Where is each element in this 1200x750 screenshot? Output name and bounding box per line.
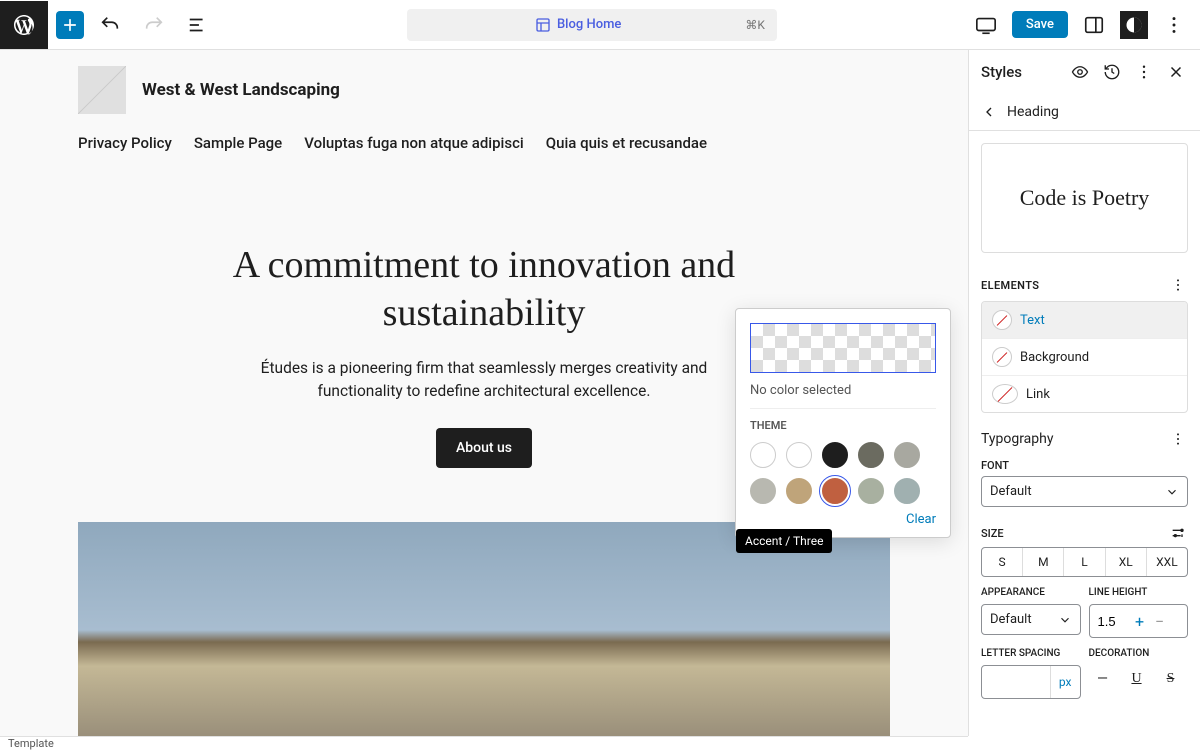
color-swatch[interactable] [822, 442, 848, 468]
decrement-button[interactable]: − [1150, 612, 1170, 631]
chevron-down-icon [1058, 613, 1072, 627]
chevron-down-icon [1165, 485, 1179, 499]
add-block-button[interactable] [56, 11, 84, 39]
document-bar[interactable]: Blog Home ⌘K [407, 9, 777, 41]
heading-preview: Code is Poetry [981, 143, 1188, 253]
swatch-tooltip: Accent / Three [736, 529, 832, 553]
swatch-icon [992, 347, 1012, 367]
nav-link[interactable]: Voluptas fuga non atque adipisci [304, 134, 524, 152]
element-text[interactable]: Text [982, 302, 1187, 339]
hero-heading[interactable]: A commitment to innovation and sustainab… [184, 242, 784, 337]
size-s[interactable]: S [982, 548, 1023, 576]
undo-button[interactable] [92, 7, 128, 43]
typography-more-icon[interactable] [1168, 429, 1188, 449]
size-xxl[interactable]: XXL [1147, 548, 1187, 576]
nav-link[interactable]: Privacy Policy [78, 134, 172, 152]
color-swatch[interactable] [894, 478, 920, 504]
typography-section-label: Typography [981, 431, 1053, 447]
appearance-select[interactable]: Default [981, 604, 1081, 635]
color-preview-checker[interactable] [750, 323, 936, 373]
color-swatch[interactable] [786, 442, 812, 468]
lineheight-label: LINE HEIGHT [1089, 587, 1189, 598]
no-color-label: No color selected [750, 383, 936, 409]
redo-button[interactable] [136, 7, 172, 43]
appearance-label: APPEARANCE [981, 587, 1081, 598]
top-toolbar: Blog Home ⌘K Save [0, 0, 1200, 50]
color-swatch[interactable] [822, 478, 848, 504]
color-swatch[interactable] [750, 478, 776, 504]
color-swatch[interactable] [858, 478, 884, 504]
element-background[interactable]: Background [982, 339, 1187, 376]
hero-button[interactable]: About us [436, 428, 532, 468]
wordpress-logo[interactable] [0, 1, 48, 49]
site-logo-placeholder[interactable] [78, 66, 126, 114]
revisions-icon[interactable] [1100, 60, 1124, 84]
stylebook-icon[interactable] [1068, 60, 1092, 84]
letterspacing-input[interactable]: px [981, 665, 1081, 699]
size-xl[interactable]: XL [1106, 548, 1147, 576]
size-label: SIZE [981, 527, 1004, 540]
clear-color-button[interactable]: Clear [750, 512, 936, 527]
view-button[interactable] [968, 7, 1004, 43]
size-l[interactable]: L [1064, 548, 1105, 576]
hero-paragraph[interactable]: Études is a pioneering firm that seamles… [244, 357, 724, 404]
size-tabs: S M L XL XXL [981, 547, 1188, 577]
unit-select[interactable]: px [1050, 666, 1080, 698]
color-swatch[interactable] [858, 442, 884, 468]
decoration-underline-button[interactable]: U [1123, 665, 1151, 693]
swatch-icon [992, 310, 1012, 330]
nav-link[interactable]: Quia quis et recusandae [546, 134, 707, 152]
decoration-strikethrough-button[interactable]: S [1157, 665, 1185, 693]
elements-more-icon[interactable] [1168, 275, 1188, 295]
decoration-none-button[interactable]: — [1089, 665, 1117, 693]
site-title[interactable]: West & West Landscaping [142, 80, 340, 100]
theme-label: THEME [750, 419, 936, 432]
theme-swatches [750, 442, 936, 504]
letterspacing-label: LETTER SPACING [981, 648, 1081, 659]
document-shortcut: ⌘K [745, 18, 765, 32]
hero-image[interactable] [78, 522, 890, 737]
elements-section-label: ELEMENTS [981, 279, 1039, 292]
sidebar-breadcrumb[interactable]: Heading [969, 94, 1200, 131]
color-swatch[interactable] [894, 442, 920, 468]
breadcrumb-bar: Template [0, 736, 968, 750]
chevron-left-icon [981, 104, 997, 120]
sidebar-toggle-button[interactable] [1076, 7, 1112, 43]
styles-sidebar: Styles Heading Code is Poetry ELEMENTS T… [968, 50, 1200, 736]
color-swatch[interactable] [750, 442, 776, 468]
swatch-icon [992, 384, 1018, 404]
nav-link[interactable]: Sample Page [194, 134, 282, 152]
layout-icon [535, 17, 551, 33]
document-title: Blog Home [557, 17, 621, 32]
breadcrumb-item[interactable]: Template [8, 737, 54, 750]
lineheight-input[interactable]: + − [1089, 604, 1189, 638]
size-m[interactable]: M [1023, 548, 1064, 576]
color-swatch[interactable] [786, 478, 812, 504]
sidebar-title: Styles [981, 63, 1060, 81]
save-button[interactable]: Save [1012, 11, 1068, 38]
document-overview-button[interactable] [180, 7, 216, 43]
font-label: FONT [969, 453, 1200, 476]
options-button[interactable] [1156, 7, 1192, 43]
element-link[interactable]: Link [982, 376, 1187, 412]
size-custom-icon[interactable] [1168, 523, 1188, 543]
site-navigation: Privacy Policy Sample Page Voluptas fuga… [78, 134, 890, 152]
decoration-label: DECORATION [1089, 648, 1189, 659]
sidebar-more-icon[interactable] [1132, 60, 1156, 84]
font-select[interactable]: Default [981, 476, 1188, 507]
color-popover: No color selected THEME Accent / Three C… [735, 308, 951, 538]
styles-button[interactable] [1120, 11, 1148, 39]
close-sidebar-icon[interactable] [1164, 60, 1188, 84]
increment-button[interactable]: + [1130, 612, 1150, 631]
